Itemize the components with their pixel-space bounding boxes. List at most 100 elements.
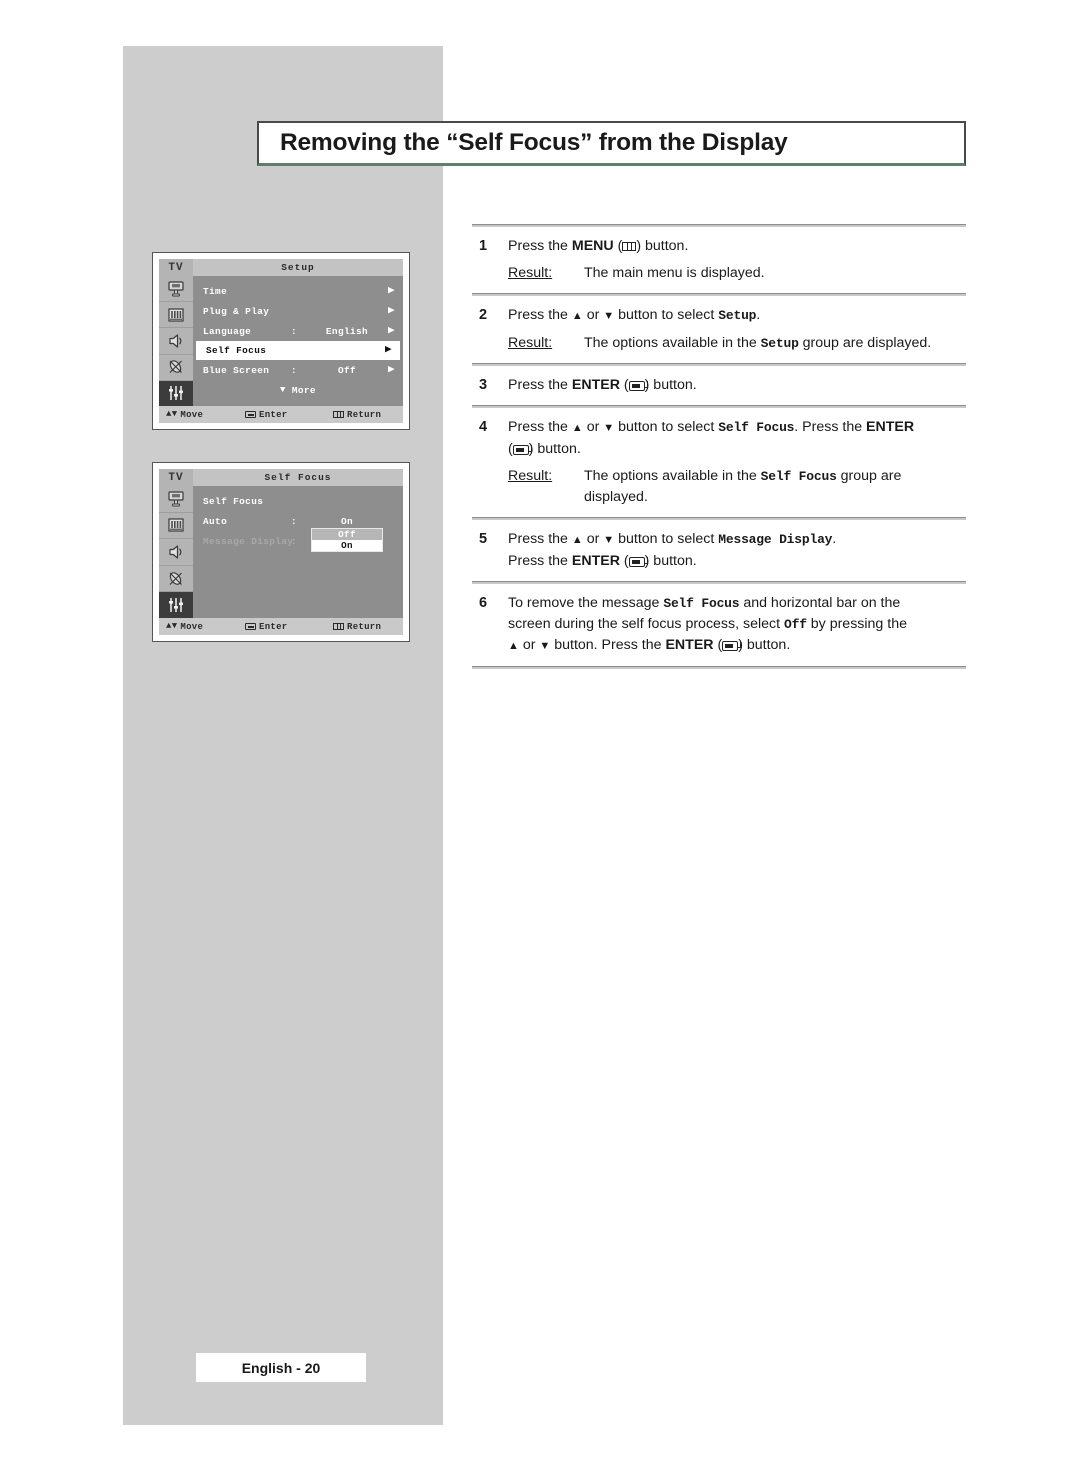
menu-row-label: Time: [203, 285, 228, 297]
result-text: The options available in the Self Focus …: [584, 466, 966, 508]
step-result: Result: The main menu is displayed.: [508, 263, 966, 284]
emphasis-text: ENTER: [571, 377, 620, 393]
result-label: Result:: [508, 335, 553, 351]
footbar-enter-label: Enter: [259, 621, 288, 632]
bars-icon[interactable]: [159, 302, 193, 329]
speaker-icon[interactable]: [159, 539, 193, 566]
step-number: 4: [479, 419, 488, 435]
bars-icon[interactable]: [159, 513, 193, 540]
tv-sidebar: [159, 276, 193, 407]
chevron-right-icon: ▶: [387, 324, 395, 337]
footbar-return-label: Return: [347, 621, 382, 632]
footbar-enter: Enter: [245, 622, 333, 632]
satellite-dish-icon[interactable]: [159, 355, 193, 381]
step-text-line: ▲ or ▼ button. Press the ENTER () button…: [508, 637, 791, 653]
menu-term-text: Message Display: [718, 532, 833, 547]
step-number: 2: [479, 307, 488, 323]
up-arrow-icon: ▲: [571, 534, 583, 546]
menu-term-text: Setup: [760, 336, 799, 351]
dropdown-option-on[interactable]: On: [312, 540, 382, 551]
tv-topbar: TV Setup: [159, 259, 403, 276]
instruction-step: 4 Press the ▲ or ▼ button to select Self …: [472, 408, 966, 517]
footbar-return-label: Return: [347, 409, 382, 420]
step-body: Press the ▲ or ▼ button to select Messag…: [508, 529, 966, 572]
up-down-arrows-icon: ▲▼: [166, 621, 178, 631]
menu-row-selected[interactable]: Self Focus ▶: [196, 341, 400, 360]
up-arrow-icon: ▲: [571, 310, 583, 322]
tv-topbar: TV Self Focus: [159, 469, 403, 486]
enter-key-icon: [245, 623, 256, 630]
menu-row-colon: :: [291, 325, 298, 337]
tv-logo-label: TV: [159, 259, 193, 276]
result-label: Result:: [508, 265, 553, 281]
step-number: 1: [479, 238, 488, 254]
up-arrow-icon: ▲: [508, 640, 519, 652]
picture-tube-icon[interactable]: [159, 486, 193, 513]
instruction-step: 2 Press the ▲ or ▼ button to select Setup…: [472, 296, 966, 363]
instruction-step: 1 Press the MENU () button. Result: The mai…: [472, 227, 966, 293]
step-body: Press the MENU () button. Result: The main…: [508, 236, 966, 284]
menu-row-label: Self Focus: [206, 345, 267, 356]
page-title: Removing the “Self Focus” from the Displ…: [280, 129, 788, 156]
menu-term-text: Off: [784, 617, 807, 632]
dropdown-option-off[interactable]: Off: [312, 529, 382, 540]
tv-menu-list: Time ▶ Plug & Play ▶ Language : English …: [193, 276, 403, 406]
step-result: Result: The options available in the Self…: [508, 466, 966, 508]
page-footer-badge: English - 20: [196, 1353, 366, 1382]
footbar-move: ▲▼ Move: [159, 410, 245, 420]
menu-more-row[interactable]: ▼ More: [193, 380, 403, 400]
tv-menu-list: Self Focus Auto : On Message Display : O…: [193, 486, 403, 618]
step-text-line: screen during the self focus process, se…: [508, 616, 907, 632]
instruction-step: 3 Press the ENTER () button.: [472, 366, 966, 405]
tv-menu-title: Setup: [281, 262, 315, 273]
footbar-move-label: Move: [180, 621, 204, 632]
menu-row[interactable]: Plug & Play ▶: [193, 301, 403, 321]
chevron-right-icon: ▶: [387, 363, 395, 376]
down-arrow-icon: ▼: [539, 640, 551, 652]
tv-menu-screenshot-setup: TV Setup Time ▶ Plug & Play ▶ Language:…: [152, 252, 410, 430]
step-text-line: () button.: [508, 441, 581, 457]
result-text-line: The options available in the Setup group…: [584, 335, 932, 351]
down-arrow-icon: ▼: [603, 310, 615, 322]
menu-row-colon: :: [291, 364, 298, 376]
emphasis-text: ENTER: [665, 637, 714, 653]
sliders-icon[interactable]: [159, 592, 193, 618]
menu-row-colon: :: [291, 515, 298, 527]
menu-row-value: On: [340, 515, 354, 527]
menu-row-label: Auto: [203, 515, 228, 527]
step-body: Press the ENTER () button.: [508, 375, 966, 396]
menu-row-value: English: [325, 325, 369, 337]
footbar-move-label: Move: [180, 409, 204, 420]
menu-key-icon: [333, 623, 344, 630]
picture-tube-icon[interactable]: [159, 276, 193, 303]
down-arrow-icon: ▼: [603, 534, 615, 546]
sliders-icon[interactable]: [159, 380, 193, 407]
up-arrow-icon: ▲: [571, 422, 583, 434]
menu-more-label: More: [291, 384, 316, 396]
message-display-dropdown[interactable]: Off On: [311, 528, 383, 552]
tv-footbar: ▲▼ Move Enter Return: [159, 406, 403, 423]
menu-row-label: Plug & Play: [203, 305, 270, 317]
satellite-dish-icon[interactable]: [159, 566, 193, 593]
step-text-line: Press the ▲ or ▼ button to select Messag…: [508, 531, 837, 547]
step-text-line: Press the MENU () button.: [508, 238, 689, 254]
chevron-right-icon: ▶: [384, 344, 392, 356]
step-text-line: Press the ▲ or ▼ button to select Setup.: [508, 307, 761, 323]
menu-term-text: Self Focus: [663, 596, 740, 611]
menu-row-label: Language: [203, 325, 252, 337]
page-title-bar: Removing the “Self Focus” from the Displ…: [257, 121, 966, 166]
menu-row[interactable]: Language : English ▶: [193, 321, 403, 341]
step-body: Press the ▲ or ▼ button to select Setup.…: [508, 305, 966, 354]
menu-key-icon: [333, 411, 344, 418]
tv-screen: TV Setup Time ▶ Plug & Play ▶ Language:…: [159, 259, 403, 423]
result-text-line: The options available in the Self Focus …: [584, 468, 902, 484]
chevron-down-icon: ▼: [280, 385, 286, 395]
menu-row[interactable]: Time ▶: [193, 281, 403, 301]
menu-term-text: Setup: [718, 308, 757, 323]
speaker-icon[interactable]: [159, 328, 193, 355]
menu-row[interactable]: Blue Screen : Off ▶: [193, 360, 403, 380]
menu-row[interactable]: Self Focus: [193, 491, 403, 511]
tv-menu-screenshot-self-focus: TV Self Focus Self Focus Auto: On Messa…: [152, 462, 410, 642]
footbar-return: Return: [333, 622, 381, 632]
step-text-line: Press the ▲ or ▼ button to select Self F…: [508, 419, 915, 435]
